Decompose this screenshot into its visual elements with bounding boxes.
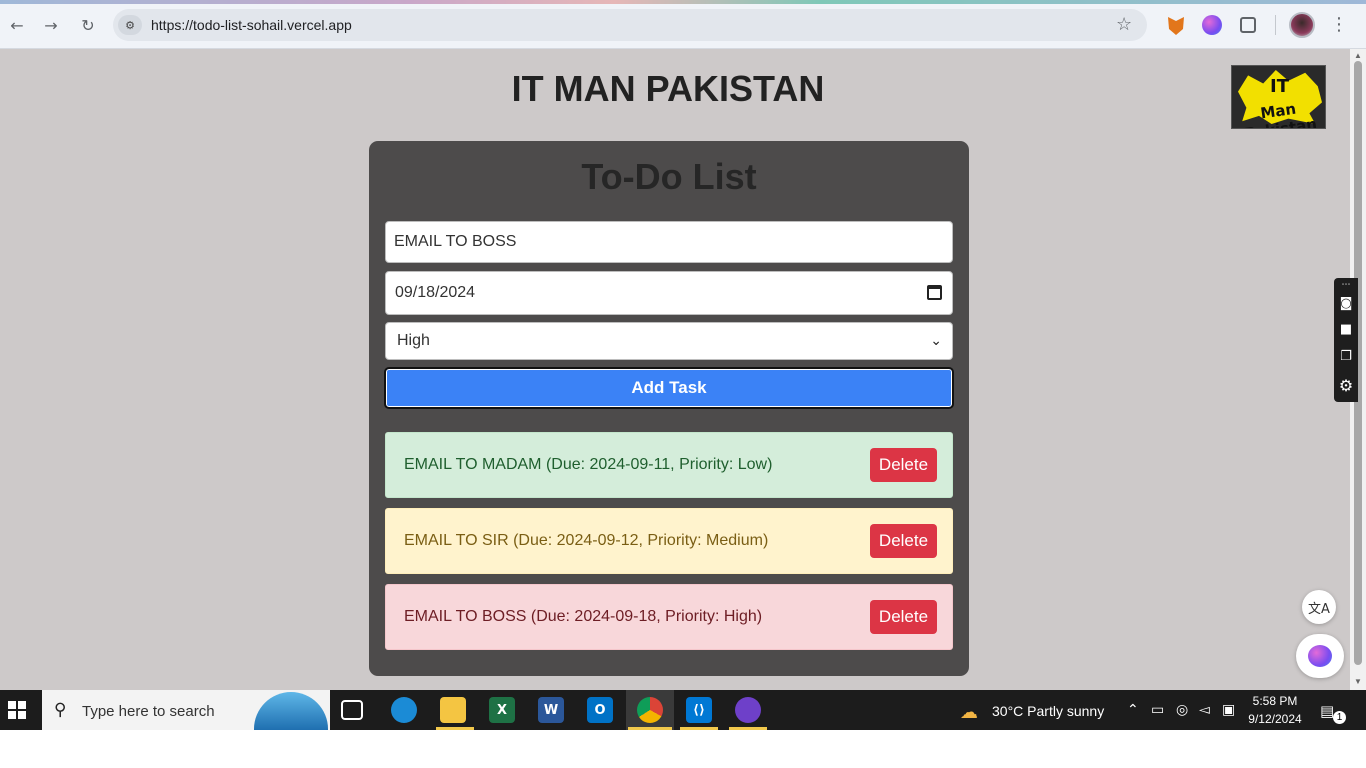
search-icon: ⚲: [54, 700, 67, 720]
priority-select[interactable]: High ⌄: [385, 322, 953, 360]
back-arrow-icon[interactable]: ←: [6, 14, 28, 36]
clock-time: 5:58 PM: [1252, 694, 1298, 708]
meet-now-icon[interactable]: ◎: [1176, 702, 1188, 718]
due-date-input[interactable]: 09/18/2024: [385, 271, 953, 315]
chevron-up-icon[interactable]: ⌃: [1127, 702, 1139, 718]
task-input[interactable]: EMAIL TO BOSS: [385, 221, 953, 263]
search-highlight-image: [254, 692, 328, 730]
vscode-icon[interactable]: ⟨⟩: [686, 697, 712, 723]
search-placeholder: Type here to search: [82, 703, 215, 720]
site-logo: IT Man Pakistan: [1231, 65, 1326, 129]
url-text[interactable]: https://todo-list-sohail.vercel.app: [151, 17, 352, 33]
calendar-icon[interactable]: [927, 285, 942, 300]
windows-icon[interactable]: ❐: [1337, 349, 1355, 364]
scroll-up-icon[interactable]: ▲: [1354, 51, 1362, 60]
empty-area-below-taskbar: [0, 730, 1366, 768]
scroll-down-icon[interactable]: ▼: [1354, 677, 1362, 686]
add-task-button[interactable]: Add Task: [384, 367, 954, 409]
excel-icon[interactable]: X: [489, 697, 515, 723]
task-item-low: EMAIL TO MADAM (Due: 2024-09-11, Priorit…: [385, 432, 953, 498]
chrome-icon[interactable]: [637, 697, 663, 723]
metamask-extension-icon[interactable]: [1168, 17, 1184, 35]
bookmark-star-icon[interactable]: ☆: [1116, 14, 1132, 35]
task-text: EMAIL TO SIR (Due: 2024-09-12, Priority:…: [404, 532, 769, 549]
tab-strip-accent: [0, 0, 1366, 4]
todo-card: To-Do List EMAIL TO BOSS 09/18/2024 High…: [369, 141, 969, 676]
extensions-puzzle-icon[interactable]: [1240, 17, 1256, 33]
browser-menu-icon[interactable]: ⋮: [1330, 14, 1348, 35]
forward-arrow-icon[interactable]: →: [40, 14, 62, 36]
task-text: EMAIL TO MADAM (Due: 2024-09-11, Priorit…: [404, 456, 773, 473]
file-explorer-icon[interactable]: [440, 697, 466, 723]
chevron-down-icon: ⌄: [930, 333, 942, 349]
network-icon[interactable]: ▣: [1222, 702, 1235, 718]
priority-selected-value: High: [397, 332, 430, 349]
page-viewport: IT MAN PAKISTAN IT Man Pakistan To-Do Li…: [0, 49, 1350, 690]
camera-icon[interactable]: ◙: [1337, 296, 1355, 311]
toolbar-divider: [1275, 15, 1276, 35]
browser-toolbar: ← → ↻ ⚙ https://todo-list-sohail.vercel.…: [0, 0, 1366, 49]
taskbar-search[interactable]: ⚲ Type here to search: [42, 690, 330, 730]
video-camera-icon[interactable]: ■: [1337, 322, 1355, 337]
windows-start-icon[interactable]: [8, 701, 26, 719]
task-text: EMAIL TO BOSS (Due: 2024-09-18, Priority…: [404, 608, 763, 625]
todo-title: To-Do List: [581, 156, 757, 197]
task-item-medium: EMAIL TO SIR (Due: 2024-09-12, Priority:…: [385, 508, 953, 574]
edge-browser-icon[interactable]: [391, 697, 417, 723]
task-item-high: EMAIL TO BOSS (Due: 2024-09-18, Priority…: [385, 584, 953, 650]
system-clock[interactable]: 5:58 PM 9/12/2024: [1240, 692, 1310, 728]
word-icon[interactable]: W: [538, 697, 564, 723]
task-view-icon[interactable]: [341, 700, 363, 720]
battery-icon[interactable]: ▭: [1151, 702, 1164, 718]
volume-icon[interactable]: ◅: [1199, 702, 1210, 718]
delete-button[interactable]: Delete: [870, 448, 937, 482]
translate-icon[interactable]: 文A: [1302, 590, 1336, 624]
delete-button[interactable]: Delete: [870, 524, 937, 558]
gear-icon[interactable]: ⚙: [1337, 376, 1355, 395]
github-desktop-icon[interactable]: [735, 697, 761, 723]
weather-icon[interactable]: ☁: [960, 702, 978, 723]
profile-avatar[interactable]: [1289, 12, 1315, 38]
ai-extension-icon[interactable]: [1202, 15, 1222, 35]
due-date-value: 09/18/2024: [395, 284, 476, 301]
reload-icon[interactable]: ↻: [77, 14, 99, 36]
site-info-icon[interactable]: ⚙: [118, 15, 142, 35]
logo-line-1: IT: [1270, 76, 1289, 97]
clock-date: 9/12/2024: [1248, 712, 1302, 726]
screen-capture-toolbar: ⋯ ◙ ■ ❐ ⚙: [1334, 278, 1358, 402]
ai-assistant-button[interactable]: [1296, 634, 1344, 678]
task-input-value: EMAIL TO BOSS: [394, 233, 517, 250]
weather-text[interactable]: 30°C Partly sunny: [992, 703, 1104, 719]
notification-count-badge: 1: [1333, 711, 1346, 724]
delete-button[interactable]: Delete: [870, 600, 937, 634]
outlook-icon[interactable]: O: [587, 697, 613, 723]
site-title: IT MAN PAKISTAN: [511, 68, 825, 109]
ai-brain-icon: [1308, 645, 1332, 667]
more-options-icon[interactable]: ⋯: [1337, 280, 1355, 290]
